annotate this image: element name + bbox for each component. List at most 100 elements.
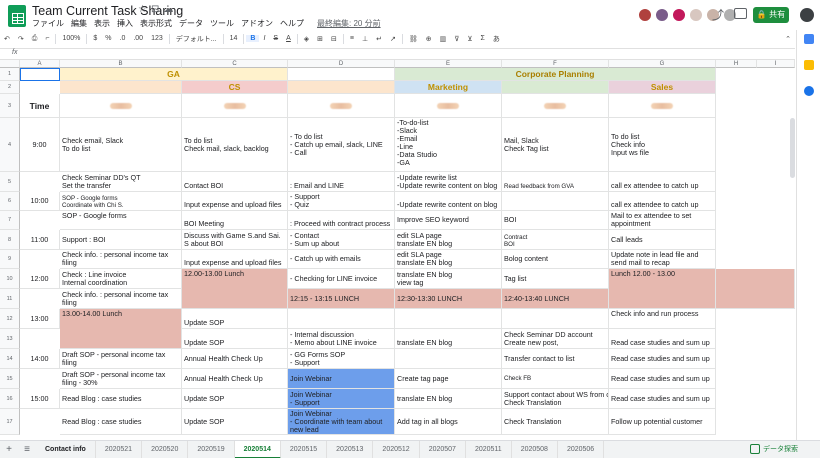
insert-link-icon[interactable]: ⛓ bbox=[405, 35, 422, 43]
row-header[interactable]: 8 bbox=[0, 230, 20, 250]
row-header[interactable]: 2 bbox=[0, 81, 20, 94]
borders-icon[interactable]: ⊞ bbox=[313, 35, 327, 43]
row-header[interactable]: 11 bbox=[0, 289, 20, 309]
cell-corporate-planning-header[interactable]: Corporate Planning bbox=[395, 68, 716, 81]
cell-ga-header[interactable]: GA bbox=[60, 68, 288, 81]
row-header[interactable]: 12 bbox=[0, 309, 20, 329]
cell-b15[interactable]: Draft SOP - personal income tax filing -… bbox=[60, 369, 182, 389]
zoom-select[interactable]: 100% bbox=[58, 35, 84, 42]
text-rotation-icon[interactable]: ↗ bbox=[386, 35, 400, 43]
cell-c5[interactable]: Contact BOI bbox=[182, 172, 288, 192]
avatar[interactable] bbox=[655, 8, 669, 22]
cell-d15-webinar[interactable]: Join Webinar bbox=[288, 369, 395, 389]
cell-g12[interactable]: Check info and run process bbox=[609, 309, 716, 329]
redo-icon[interactable]: ↷ bbox=[14, 35, 28, 43]
row-header[interactable]: 16 bbox=[0, 389, 20, 409]
sheets-logo-icon[interactable] bbox=[8, 5, 26, 27]
horizontal-align-icon[interactable]: ≡ bbox=[346, 35, 358, 42]
cell-e16[interactable]: translate EN blog bbox=[395, 389, 502, 409]
cell-e3-name[interactable] bbox=[395, 94, 502, 118]
explore-button[interactable]: データ探索 bbox=[750, 444, 798, 454]
row-header[interactable]: 7 bbox=[0, 211, 20, 230]
cell-f11-lunch[interactable]: 12:40-13:40 LUNCH bbox=[502, 289, 609, 309]
cell-b4[interactable]: Check email, Slack To do list bbox=[60, 118, 182, 172]
avatar[interactable] bbox=[638, 8, 652, 22]
collapse-toolbar-icon[interactable]: ⌃ bbox=[781, 35, 795, 43]
text-wrap-icon[interactable]: ↵ bbox=[372, 35, 386, 43]
calendar-icon[interactable] bbox=[804, 34, 814, 44]
cell-c3-name[interactable] bbox=[182, 94, 288, 118]
cell-c8[interactable]: Discuss with Game S.and Sai. S about BOI bbox=[182, 230, 288, 250]
share-button[interactable]: 🔒 共有 bbox=[753, 7, 789, 23]
row-header[interactable]: 3 bbox=[0, 94, 20, 118]
cell-d10[interactable]: - Checking for LINE invoice bbox=[288, 269, 395, 289]
sheet-tab[interactable]: 2020512 bbox=[373, 440, 420, 458]
cell-f14[interactable]: Transfer contact to list bbox=[502, 349, 609, 369]
cell-f7[interactable]: BOI bbox=[502, 211, 609, 230]
sheet-tab[interactable]: 2020520 bbox=[142, 440, 189, 458]
row-header[interactable]: 13 bbox=[0, 329, 20, 349]
cell-f13[interactable]: Check Seminar DD account Create new post… bbox=[502, 329, 609, 349]
cell-b16[interactable]: Read Blog : case studies bbox=[60, 389, 182, 409]
sheet-tab[interactable]: 2020513 bbox=[327, 440, 374, 458]
sheet-tab[interactable]: 2020515 bbox=[281, 440, 328, 458]
select-all-corner[interactable] bbox=[0, 60, 20, 68]
cell-c6[interactable]: Input expense and upload files bbox=[182, 192, 288, 211]
cell-b6[interactable]: SOP - Google forms Coordinate with Chi S… bbox=[60, 192, 182, 211]
currency-format-button[interactable]: $ bbox=[89, 35, 101, 42]
row-header[interactable]: 4 bbox=[0, 118, 20, 172]
font-select[interactable]: デフォルト... bbox=[172, 34, 221, 44]
menu-data[interactable]: データ bbox=[179, 18, 203, 29]
font-size-select[interactable]: 14 bbox=[226, 35, 242, 42]
cell-g16[interactable]: Read case studies and sum up bbox=[609, 389, 716, 409]
cell-c14[interactable]: Annual Health Check Up bbox=[182, 349, 288, 369]
row-header[interactable]: 10 bbox=[0, 269, 20, 289]
row-header[interactable]: 14 bbox=[0, 349, 20, 369]
menu-view[interactable]: 表示 bbox=[94, 18, 110, 29]
cell-g8[interactable]: Call leads bbox=[609, 230, 716, 250]
menu-help[interactable]: ヘルプ bbox=[280, 18, 304, 29]
cell-d12[interactable] bbox=[288, 309, 395, 329]
avatar[interactable] bbox=[672, 8, 686, 22]
column-header-g[interactable]: G bbox=[609, 60, 716, 68]
cell-c13[interactable]: Update SOP bbox=[182, 329, 288, 349]
cell-c9[interactable]: Input expense and upload files bbox=[182, 250, 288, 269]
cell-b9[interactable]: Check info. : personal income tax filing bbox=[60, 250, 182, 269]
cell-d17-webinar[interactable]: Join Webinar - Coordinate with team abou… bbox=[288, 409, 395, 435]
cell-time-header[interactable]: Time bbox=[20, 94, 60, 118]
cell-e10[interactable]: translate EN blog view tag bbox=[395, 269, 502, 289]
row-header[interactable]: 1 bbox=[0, 68, 20, 81]
filter-icon[interactable]: ⊽ bbox=[450, 35, 463, 43]
cell-d1[interactable] bbox=[288, 68, 395, 81]
cell-b3-name[interactable] bbox=[60, 94, 182, 118]
cell-time-900[interactable]: 9:00 bbox=[20, 118, 60, 172]
cell-g6[interactable]: call ex attendee to catch up bbox=[609, 192, 716, 211]
cell-e7[interactable]: Improve SEO keyword bbox=[395, 211, 502, 230]
column-header-i[interactable]: I bbox=[757, 60, 795, 68]
menu-file[interactable]: ファイル bbox=[32, 18, 64, 29]
cell-d5[interactable]: : Email and LINE bbox=[288, 172, 395, 192]
star-icon[interactable]: ☆ bbox=[138, 4, 151, 15]
column-header-d[interactable]: D bbox=[288, 60, 395, 68]
cell-b8[interactable]: Support : BOI bbox=[60, 230, 182, 250]
cell-d6[interactable]: - Support - Quiz bbox=[288, 192, 395, 211]
row-header[interactable]: 17 bbox=[0, 409, 20, 435]
cell-d4[interactable]: - To do list - Catch up email, slack, LI… bbox=[288, 118, 395, 172]
sheet-tab[interactable]: 2020521 bbox=[96, 440, 143, 458]
cell-f6[interactable] bbox=[502, 192, 609, 211]
cell-f3-name[interactable] bbox=[502, 94, 609, 118]
text-color-button[interactable]: A bbox=[282, 35, 295, 42]
column-header-b[interactable]: B bbox=[60, 60, 182, 68]
cell-g9[interactable]: Update note in lead file and send mail t… bbox=[609, 250, 716, 269]
cell-f9[interactable]: Bolog content bbox=[502, 250, 609, 269]
cell-d8[interactable]: - Contact - Sum up about bbox=[288, 230, 395, 250]
cell-b14[interactable]: Draft SOP - personal income tax filing bbox=[60, 349, 182, 369]
sheet-tab-active[interactable]: 2020514 bbox=[234, 440, 281, 458]
menu-tools[interactable]: ツール bbox=[210, 18, 234, 29]
tasks-icon[interactable] bbox=[804, 86, 814, 96]
column-header-c[interactable]: C bbox=[182, 60, 288, 68]
sheet-tab[interactable]: 2020507 bbox=[420, 440, 466, 458]
last-edit-link[interactable]: 最終編集: 20 分前 bbox=[317, 18, 381, 29]
cell-sales-header[interactable]: Sales bbox=[609, 81, 716, 94]
cell-time-1400[interactable]: 14:00 bbox=[20, 349, 60, 369]
